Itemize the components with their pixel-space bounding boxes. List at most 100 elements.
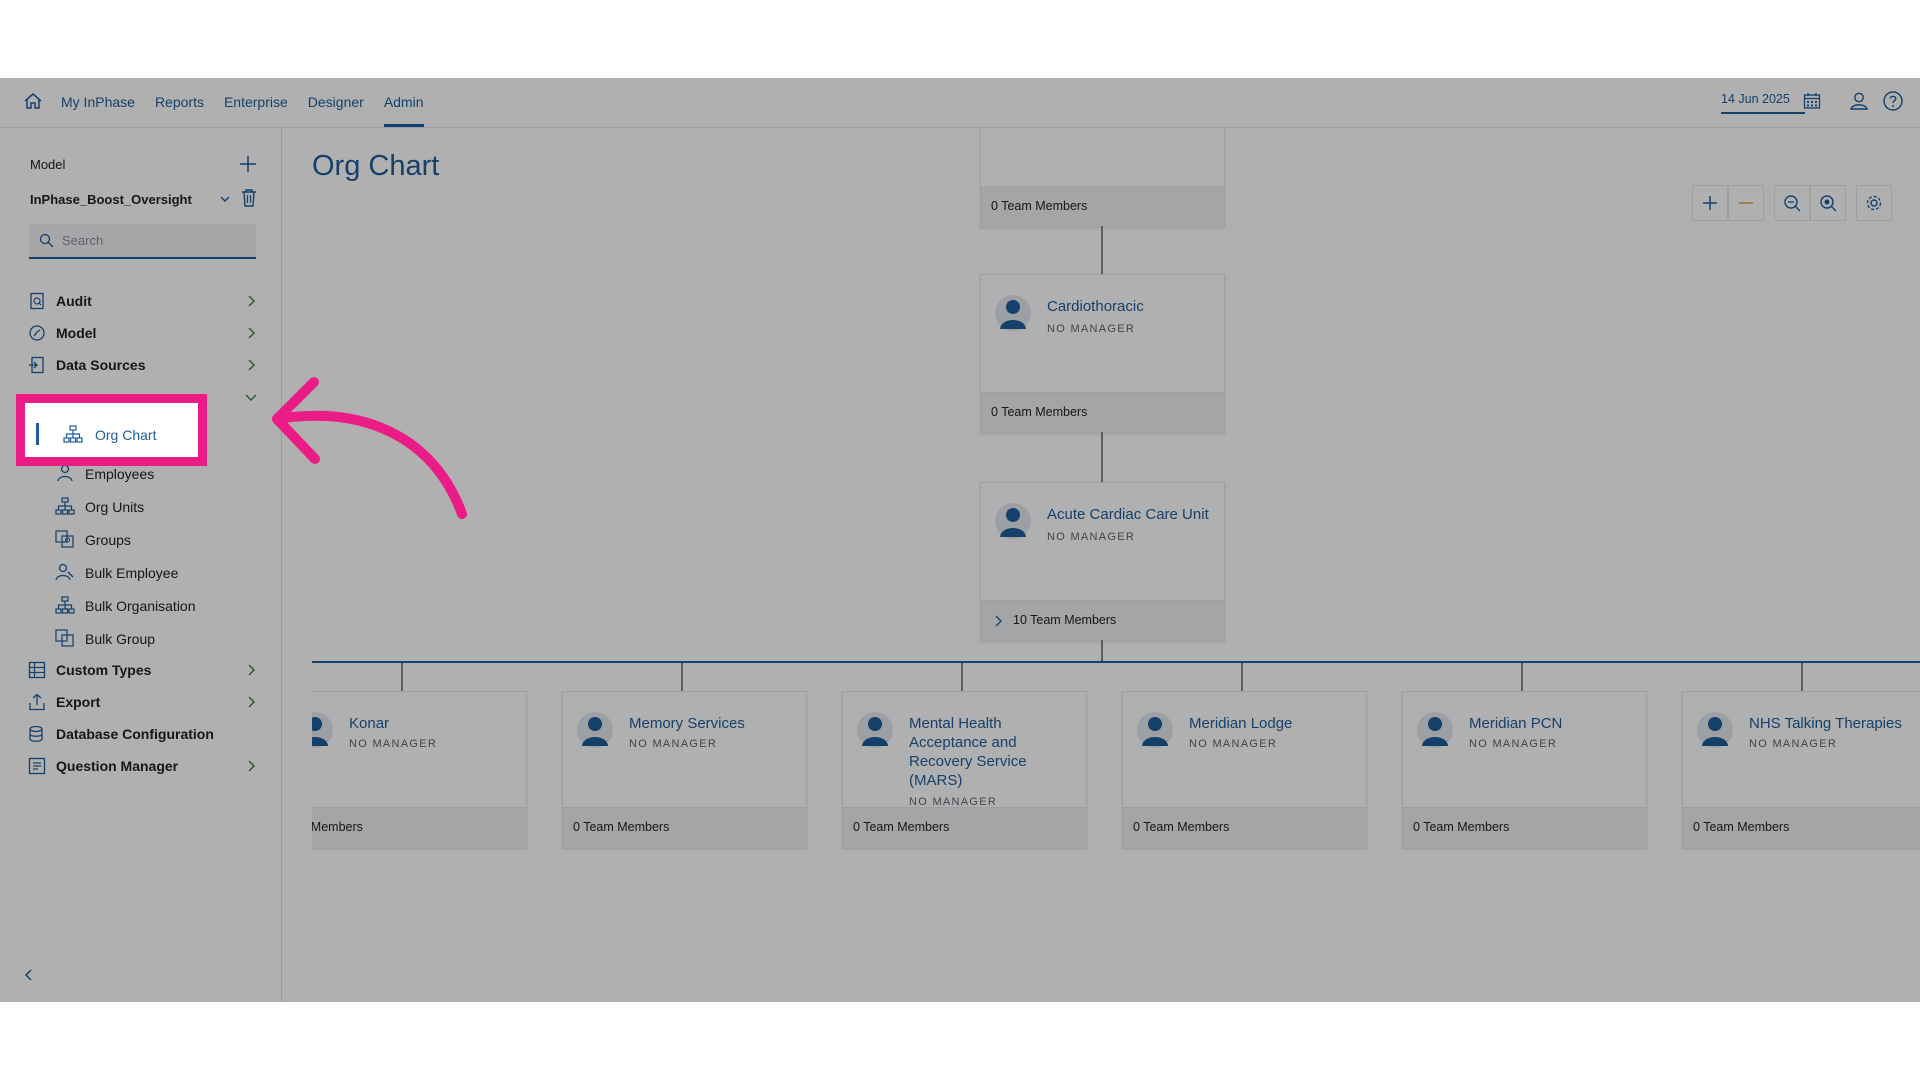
zoom-out-icon (1820, 195, 1837, 212)
settings-button[interactable] (1856, 185, 1892, 221)
home-icon[interactable] (22, 90, 44, 112)
nav-reports[interactable]: Reports (155, 78, 204, 127)
sidebar-item-label: Custom Types (56, 662, 152, 678)
sidebar-subitem-org-units[interactable]: Org Units (55, 494, 255, 520)
card-footer: 0 Team Members (981, 186, 1224, 227)
sidebar-subitem-label: Bulk Employee (85, 565, 179, 581)
help-icon[interactable] (1882, 90, 1904, 112)
avatar (312, 712, 333, 748)
trash-icon[interactable] (240, 188, 258, 208)
model-select[interactable]: InPhase_Boost_Oversight (30, 192, 192, 207)
team-members-count: 0 Team Members (1413, 820, 1510, 834)
connector-line (312, 661, 1920, 663)
org-unit-name[interactable]: Konar (349, 714, 519, 733)
sidebar-subitem-groups[interactable]: Groups (55, 527, 255, 553)
card-footer[interactable]: 10 Team Members (981, 600, 1224, 641)
sidebar-subitem-org-chart[interactable]: Org Chart (25, 403, 198, 457)
sidebar-subitem-label: Org Units (85, 499, 145, 515)
search-input[interactable]: Search (29, 224, 256, 259)
manager-label: NO MANAGER (629, 738, 718, 750)
org-unit-card[interactable]: Konar NO MANAGER eam Members (312, 691, 527, 849)
chevron-right-icon (248, 760, 255, 772)
nav-admin[interactable]: Admin (383, 78, 424, 127)
search-icon (39, 233, 54, 248)
child-cards-row: Konar NO MANAGER eam Members Memory Serv… (312, 691, 1920, 851)
app-window: My InPhase Reports Enterprise Designer A… (0, 78, 1920, 1002)
main-nav: My InPhase Reports Enterprise Designer A… (61, 78, 444, 127)
zoom-in-icon (1784, 195, 1801, 212)
sidebar-subitem-label: Bulk Organisation (85, 598, 196, 614)
sidebar-subitem-label: Groups (85, 532, 131, 548)
calendar-icon[interactable] (1803, 92, 1821, 110)
zoom-out-button[interactable] (1810, 185, 1846, 221)
team-members-count: eam Members (312, 820, 363, 834)
sidebar-item-label: Export (56, 694, 101, 710)
model-label: Model (30, 157, 66, 172)
chevron-right-icon (248, 327, 255, 339)
manager-label: NO MANAGER (349, 738, 438, 750)
bulk-group-icon (55, 629, 74, 647)
sidebar-subitem-bulk-employee[interactable]: Bulk Employee (55, 560, 255, 586)
sidebar-item-audit[interactable]: Audit (28, 289, 258, 315)
org-unit-card[interactable]: NHS Talking Therapies NO MANAGER 0 Team … (1682, 691, 1920, 849)
nav-enterprise[interactable]: Enterprise (224, 78, 288, 127)
org-chart-icon (63, 425, 83, 443)
collapse-sidebar-icon[interactable] (22, 968, 36, 982)
avatar (995, 503, 1031, 539)
sidebar-item-database-configuration[interactable]: Database Configuration (28, 722, 258, 748)
org-unit-name[interactable]: Mental Health Acceptance and Recovery Se… (909, 714, 1079, 790)
org-unit-card[interactable]: Cardiothoracic NO MANAGER 0 Team Members (980, 274, 1225, 434)
nav-designer[interactable]: Designer (308, 78, 364, 127)
connector-line (961, 663, 963, 691)
sidebar: Model InPhase_Boost_Oversight Search Aud… (0, 128, 282, 1002)
sidebar-subitem-label: Org Chart (95, 427, 157, 443)
org-unit-card[interactable]: Meridian PCN NO MANAGER 0 Team Members (1402, 691, 1647, 849)
toolbar-gap (1764, 185, 1774, 221)
search-placeholder: Search (62, 233, 104, 248)
toolbar-gap (1846, 185, 1856, 221)
connector-line (1101, 432, 1103, 482)
sidebar-item-custom-types[interactable]: Custom Types (28, 658, 258, 684)
org-unit-card[interactable]: Mental Health Acceptance and Recovery Se… (842, 691, 1087, 849)
org-units-icon (55, 497, 75, 515)
connector-line (1521, 663, 1523, 691)
org-unit-name[interactable]: Acute Cardiac Care Unit (1047, 505, 1217, 524)
chevron-down-icon[interactable] (218, 192, 232, 206)
org-unit-card[interactable]: Acute Cardiac Care Unit NO MANAGER 10 Te… (980, 482, 1225, 642)
connector-line (1101, 226, 1103, 274)
add-model-icon[interactable] (237, 153, 259, 175)
expand-button[interactable] (1692, 185, 1728, 221)
team-members-count: 0 Team Members (1133, 820, 1230, 834)
user-icon[interactable] (1848, 90, 1870, 112)
chevron-right-icon[interactable] (993, 614, 1005, 628)
sidebar-item-export[interactable]: Export (28, 690, 258, 716)
sidebar-subitem-bulk-organisation[interactable]: Bulk Organisation (55, 593, 255, 619)
sidebar-subitem-bulk-group[interactable]: Bulk Group (55, 626, 255, 652)
org-unit-card[interactable]: Meridian Lodge NO MANAGER 0 Team Members (1122, 691, 1367, 849)
manager-label: NO MANAGER (1749, 738, 1838, 750)
top-navigation-bar: My InPhase Reports Enterprise Designer A… (0, 78, 1920, 128)
team-members-count: 0 Team Members (991, 199, 1088, 213)
collapse-button[interactable] (1728, 185, 1764, 221)
sidebar-item-data-sources[interactable]: Data Sources (28, 353, 258, 379)
card-footer: 0 Team Members (1123, 807, 1366, 848)
zoom-in-button[interactable] (1774, 185, 1810, 221)
sidebar-item-label: Data Sources (56, 357, 146, 373)
connector-line (401, 663, 403, 691)
manager-label: NO MANAGER (1189, 738, 1278, 750)
database-icon (29, 725, 43, 742)
minus-icon (1739, 202, 1753, 204)
nav-my-inphase[interactable]: My InPhase (61, 78, 135, 127)
connector-line (681, 663, 683, 691)
sidebar-item-model[interactable]: Model (28, 321, 258, 347)
org-unit-card[interactable]: Memory Services NO MANAGER 0 Team Member… (562, 691, 807, 849)
org-unit-name[interactable]: Memory Services (629, 714, 799, 733)
org-unit-name[interactable]: Meridian Lodge (1189, 714, 1359, 733)
org-unit-name[interactable]: Cardiothoracic (1047, 297, 1217, 316)
date-field[interactable]: 14 Jun 2025 (1721, 92, 1805, 114)
org-unit-name[interactable]: Meridian PCN (1469, 714, 1639, 733)
org-unit-name[interactable]: NHS Talking Therapies (1749, 714, 1919, 733)
sidebar-item-question-manager[interactable]: Question Manager (28, 754, 258, 780)
org-unit-card[interactable]: 0 Team Members (980, 128, 1225, 228)
card-footer: 0 Team Members (843, 807, 1086, 848)
